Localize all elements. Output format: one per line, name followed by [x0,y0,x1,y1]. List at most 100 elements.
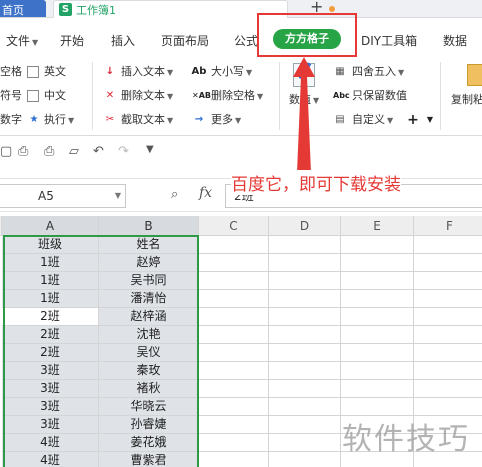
cell-d[interactable] [269,344,341,362]
col-header-b[interactable]: B [99,216,199,236]
cell-d[interactable] [269,272,341,290]
cell-b[interactable]: 秦玫 [99,362,199,380]
workbook-tab[interactable]: S 工作簿1 [53,0,335,18]
cell-c[interactable] [199,452,269,467]
cell-d[interactable] [269,254,341,272]
cell-e[interactable] [341,254,414,272]
cell-b[interactable]: 潘清怡 [99,290,199,308]
cell-c[interactable] [199,308,269,326]
cell-d[interactable] [269,398,341,416]
menu-data[interactable]: 数据 [443,32,467,49]
format-painter-icon[interactable]: ▱ [69,144,79,159]
chevron-down-icon[interactable]: ▼ [115,185,121,207]
cell-f[interactable] [414,290,482,308]
preview-icon[interactable]: ⎙ [18,144,28,159]
cell-a[interactable]: 班级 [2,236,99,254]
cell-c[interactable] [199,380,269,398]
cell-c[interactable] [199,362,269,380]
col-header-e[interactable]: E [341,216,414,236]
undo-icon[interactable]: ↶ [93,144,104,159]
menu-insert[interactable]: 插入 [111,32,135,49]
cell-a[interactable]: 4班 [2,434,99,452]
ribbon-number[interactable]: 数字 [0,113,22,127]
ribbon-symbol[interactable]: 符号 [0,89,22,103]
cell-f[interactable] [414,254,482,272]
cell-f[interactable] [414,362,482,380]
cell-d[interactable] [269,290,341,308]
copy-paste-icon[interactable] [467,64,482,86]
name-box[interactable]: A5 ▼ [0,184,126,208]
chinese-checkbox[interactable] [27,90,39,102]
cell-d[interactable] [269,326,341,344]
cell-e[interactable] [341,236,414,254]
cell-a[interactable]: 4班 [2,452,99,467]
col-header-f[interactable]: F [414,216,482,236]
cell-b[interactable]: 褚秋 [99,380,199,398]
cell-c[interactable] [199,398,269,416]
cell-b[interactable]: 曹紫君 [99,452,199,467]
cell-c[interactable] [199,416,269,434]
cell-c[interactable] [199,326,269,344]
redo-icon[interactable]: ↷ [118,144,129,159]
delete-text-button[interactable]: 删除文本 ▼ [121,89,173,104]
cell-d[interactable] [269,236,341,254]
delete-space-button[interactable]: 删除空格 ▼ [211,89,263,104]
cell-c[interactable] [199,272,269,290]
cell-a[interactable]: 2班 [2,326,99,344]
cell-a[interactable]: 2班 [2,308,99,326]
cell-f[interactable] [414,344,482,362]
cell-a[interactable]: 3班 [2,416,99,434]
menu-diy-toolbox[interactable]: DIY工具箱 [361,32,417,49]
col-header-c[interactable]: C [199,216,269,236]
cell-c[interactable] [199,434,269,452]
cell-d[interactable] [269,416,341,434]
round-button[interactable]: 四舍五入 ▼ [352,65,404,80]
cell-e[interactable] [341,362,414,380]
insert-text-button[interactable]: 插入文本 ▼ [121,65,173,80]
cell-d[interactable] [269,362,341,380]
cell-b[interactable]: 华晓云 [99,398,199,416]
cell-c[interactable] [199,236,269,254]
cell-f[interactable] [414,380,482,398]
cell-e[interactable] [341,344,414,362]
cell-f[interactable] [414,326,482,344]
menu-home[interactable]: 开始 [60,32,84,49]
menu-formula[interactable]: 公式 [234,32,258,49]
cell-b[interactable]: 姓名 [99,236,199,254]
home-tab[interactable]: 首页 [0,0,46,17]
chevron-down-icon[interactable]: ▼ [146,144,154,155]
fx-icon[interactable]: fx [199,185,212,201]
zoom-icon[interactable]: ⌕ [171,187,178,202]
cell-b[interactable]: 吴书同 [99,272,199,290]
plus-icon[interactable]: + [407,113,419,127]
cell-a[interactable]: 3班 [2,362,99,380]
save-icon[interactable]: ▢ [0,144,12,159]
print-icon[interactable]: ⎙ [44,144,54,159]
col-header-d[interactable]: D [269,216,341,236]
cell-a[interactable]: 1班 [2,254,99,272]
cell-e[interactable] [341,326,414,344]
ribbon-space[interactable]: 空格 [0,65,22,79]
keep-value-button[interactable]: 只保留数值 [352,89,407,103]
cell-b[interactable]: 吴仪 [99,344,199,362]
cell-c[interactable] [199,344,269,362]
cell-d[interactable] [269,308,341,326]
cell-e[interactable] [341,290,414,308]
ribbon-execute[interactable]: 执行 ▼ [44,113,74,128]
cell-f[interactable] [414,308,482,326]
more-button[interactable]: 更多 ▼ [211,113,241,128]
cell-a[interactable]: 1班 [2,290,99,308]
cell-b[interactable]: 沈艳 [99,326,199,344]
cell-e[interactable] [341,308,414,326]
cell-f[interactable] [414,272,482,290]
cell-d[interactable] [269,380,341,398]
cell-c[interactable] [199,254,269,272]
cell-b[interactable]: 赵梓涵 [99,308,199,326]
menu-file[interactable]: 文件 ▼ [6,32,38,49]
menu-page-layout[interactable]: 页面布局 [161,32,209,49]
custom-button[interactable]: 自定义 ▼ [352,113,393,128]
col-header-a[interactable]: A [2,216,99,236]
copy-paste-button[interactable]: 复制粘 [451,93,482,107]
cell-d[interactable] [269,452,341,467]
extract-text-button[interactable]: 截取文本 ▼ [121,113,173,128]
